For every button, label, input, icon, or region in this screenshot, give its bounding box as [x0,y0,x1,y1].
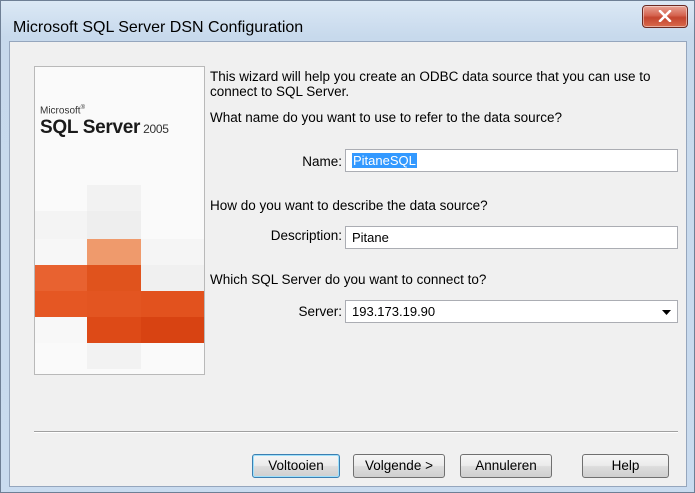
server-combobox-value: 193.173.19.90 [352,304,436,319]
banner-tile [35,291,87,317]
cancel-button[interactable]: Annuleren [460,454,552,478]
separator [34,431,678,433]
name-label: Name: [302,154,342,169]
banner-tile [87,239,141,265]
sql-server-banner: Microsoft® SQL Server 2005 [34,66,205,375]
server-combobox[interactable]: 193.173.19.90 [345,300,678,323]
title-bar[interactable]: Microsoft SQL Server DSN Configuration [1,1,694,41]
banner-tile [141,317,204,343]
banner-tile [35,211,87,239]
banner-brand-small: Microsoft® [40,105,85,117]
description-question: How do you want to describe the data sou… [210,198,488,213]
banner-tile [87,265,141,291]
banner-tile [35,239,87,265]
banner-tile [87,291,141,317]
dsn-configuration-window: Microsoft SQL Server DSN Configuration M… [0,0,695,493]
banner-tile [35,265,87,291]
description-label: Description: [270,228,342,243]
name-input-value: PitaneSQL [352,153,417,168]
next-button[interactable]: Volgende > [353,454,445,478]
help-button[interactable]: Help [582,454,669,478]
banner-tile [35,317,87,343]
banner-brand-logo: SQL Server 2005 [40,117,169,138]
banner-tile [141,291,204,317]
dialog-content: Microsoft® SQL Server 2005 This wizard wi… [9,41,687,487]
banner-tile [141,265,204,291]
close-icon [658,10,672,22]
banner-tile [87,211,141,239]
finish-button[interactable]: Voltooien [252,454,340,478]
description-input[interactable]: Pitane [345,226,678,249]
server-label: Server: [298,304,342,319]
banner-tile [87,185,141,211]
chevron-down-icon[interactable] [662,310,671,315]
banner-tile [87,343,141,369]
intro-text: This wizard will help you create an ODBC… [210,69,651,99]
banner-tile [87,317,141,343]
banner-tile [141,239,204,265]
close-button[interactable] [642,5,688,28]
name-input[interactable]: PitaneSQL [345,149,678,172]
window-title: Microsoft SQL Server DSN Configuration [13,19,304,36]
name-question: What name do you want to use to refer to… [210,110,562,125]
server-question: Which SQL Server do you want to connect … [210,272,487,287]
